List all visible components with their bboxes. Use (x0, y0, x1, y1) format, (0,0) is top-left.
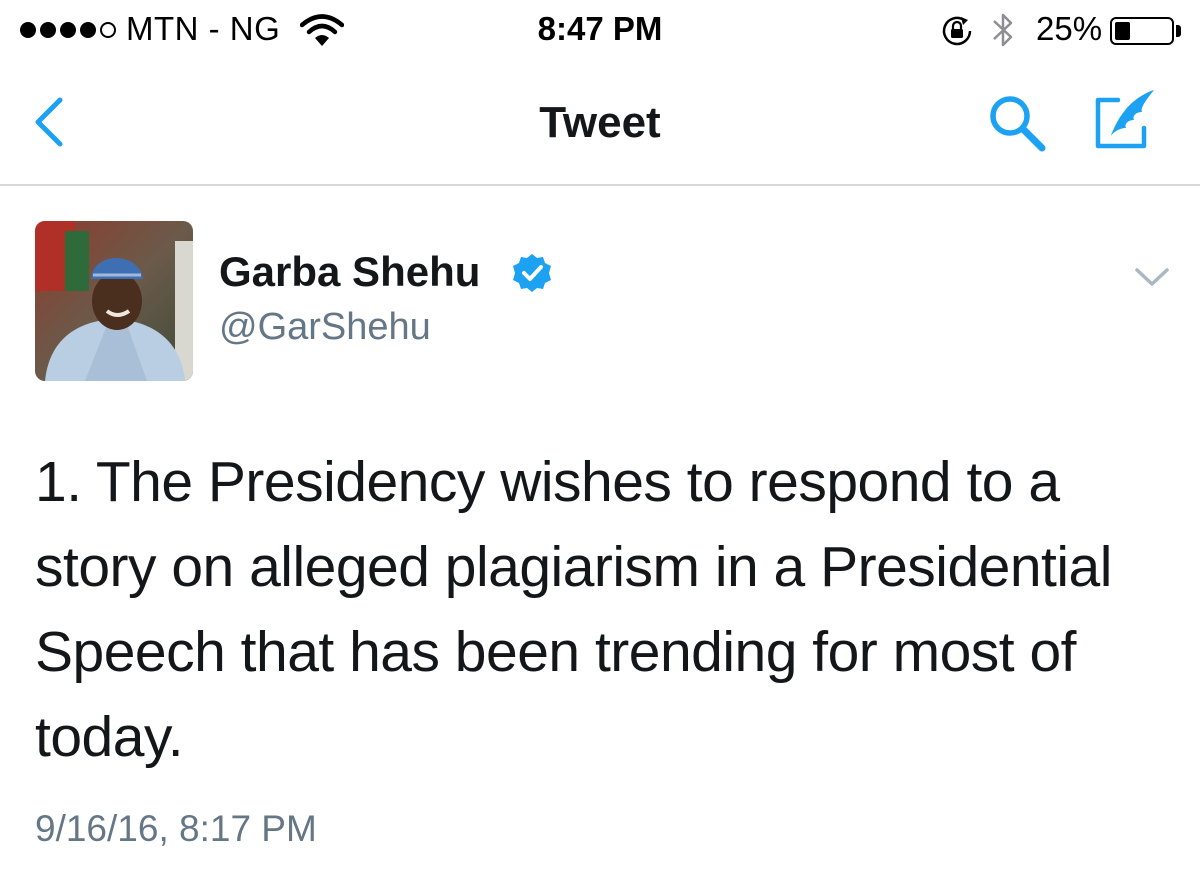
tweet-timestamp: 9/16/16, 8:17 PM (35, 808, 317, 849)
search-icon[interactable] (986, 92, 1050, 156)
rotation-lock-icon (942, 16, 972, 46)
chevron-down-icon[interactable] (1133, 262, 1171, 292)
battery-icon (1110, 17, 1174, 45)
battery-percent: 25% (1036, 10, 1103, 47)
tweet-text: 1. The Presidency wishes to respond to a… (35, 450, 1112, 769)
battery-nub (1176, 25, 1181, 37)
verified-badge-icon (513, 254, 551, 292)
compose-tweet-icon[interactable] (1090, 88, 1162, 154)
battery-level (1115, 22, 1130, 40)
user-handle[interactable]: @GarShehu (219, 306, 431, 349)
navigation-bar: Tweet (0, 62, 1200, 186)
status-time: 8:47 PM (537, 10, 663, 47)
avatar-photo (35, 221, 193, 381)
display-name[interactable]: Garba Shehu (219, 248, 480, 296)
status-bar: MTN - NG 8:47 PM 25% (0, 0, 1200, 62)
bluetooth-icon (993, 13, 1013, 47)
avatar[interactable] (35, 221, 193, 381)
